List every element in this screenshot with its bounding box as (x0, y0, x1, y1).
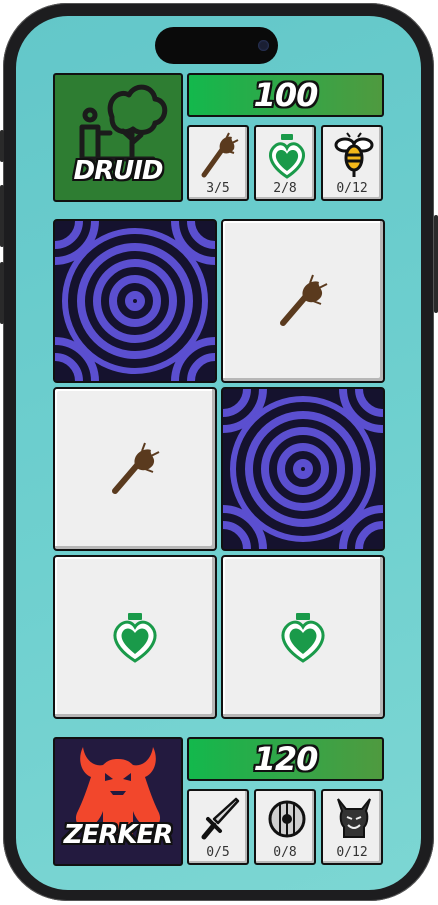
druid-item-potion[interactable]: 2/8 (254, 125, 316, 201)
card-potion[interactable] (53, 555, 217, 719)
camera-dot (258, 40, 269, 51)
warrior-head-icon (337, 798, 371, 838)
heart-potion-icon (281, 613, 325, 663)
druid-item-potion-count: 2/8 (273, 181, 297, 196)
zerker-item-sword-count: 0/5 (206, 845, 230, 860)
zerker-portrait: ZERKER (53, 737, 183, 866)
zerker-item-shield-count: 0/8 (273, 845, 297, 860)
heart-potion-icon (113, 613, 157, 663)
zerker-item-warrior[interactable]: 0/12 (321, 789, 383, 865)
druid-name: DRUID (73, 156, 164, 186)
druid-item-torch-count: 3/5 (206, 181, 230, 196)
zerker-hp-value: 120 (253, 740, 319, 778)
torch-icon (201, 132, 239, 178)
zerker-hp-bar: 120 (187, 737, 384, 781)
spiral-pattern-back (55, 221, 215, 381)
card-potion[interactable] (221, 555, 385, 719)
shield-icon (268, 800, 306, 838)
heart-potion-icon (269, 134, 305, 179)
volume-down-button (0, 262, 4, 324)
druid-item-bee[interactable]: 0/12 (321, 125, 383, 201)
zerker-item-shield[interactable]: 0/8 (254, 789, 316, 865)
druid-hp-bar: 100 (187, 73, 384, 117)
druid-item-torch[interactable]: 3/5 (187, 125, 249, 201)
zerker-item-sword[interactable]: 0/5 (187, 789, 249, 865)
torch-icon (280, 274, 328, 326)
volume-up-button (0, 185, 4, 247)
card-hidden[interactable] (53, 219, 217, 383)
card-hidden[interactable] (221, 387, 385, 551)
zerker-name: ZERKER (63, 820, 174, 850)
bee-icon (334, 132, 374, 177)
spiral-pattern-back (223, 389, 383, 549)
sword-icon (201, 797, 240, 840)
action-button (0, 130, 4, 162)
zerker-item-warrior-count: 0/12 (336, 845, 368, 860)
torch-icon (112, 442, 160, 494)
druid-hp-value: 100 (253, 76, 319, 114)
druid-portrait: DRUID (53, 73, 183, 202)
card-torch[interactable] (53, 387, 217, 551)
card-torch[interactable] (221, 219, 385, 383)
druid-item-bee-count: 0/12 (336, 181, 368, 196)
power-button (434, 215, 438, 313)
